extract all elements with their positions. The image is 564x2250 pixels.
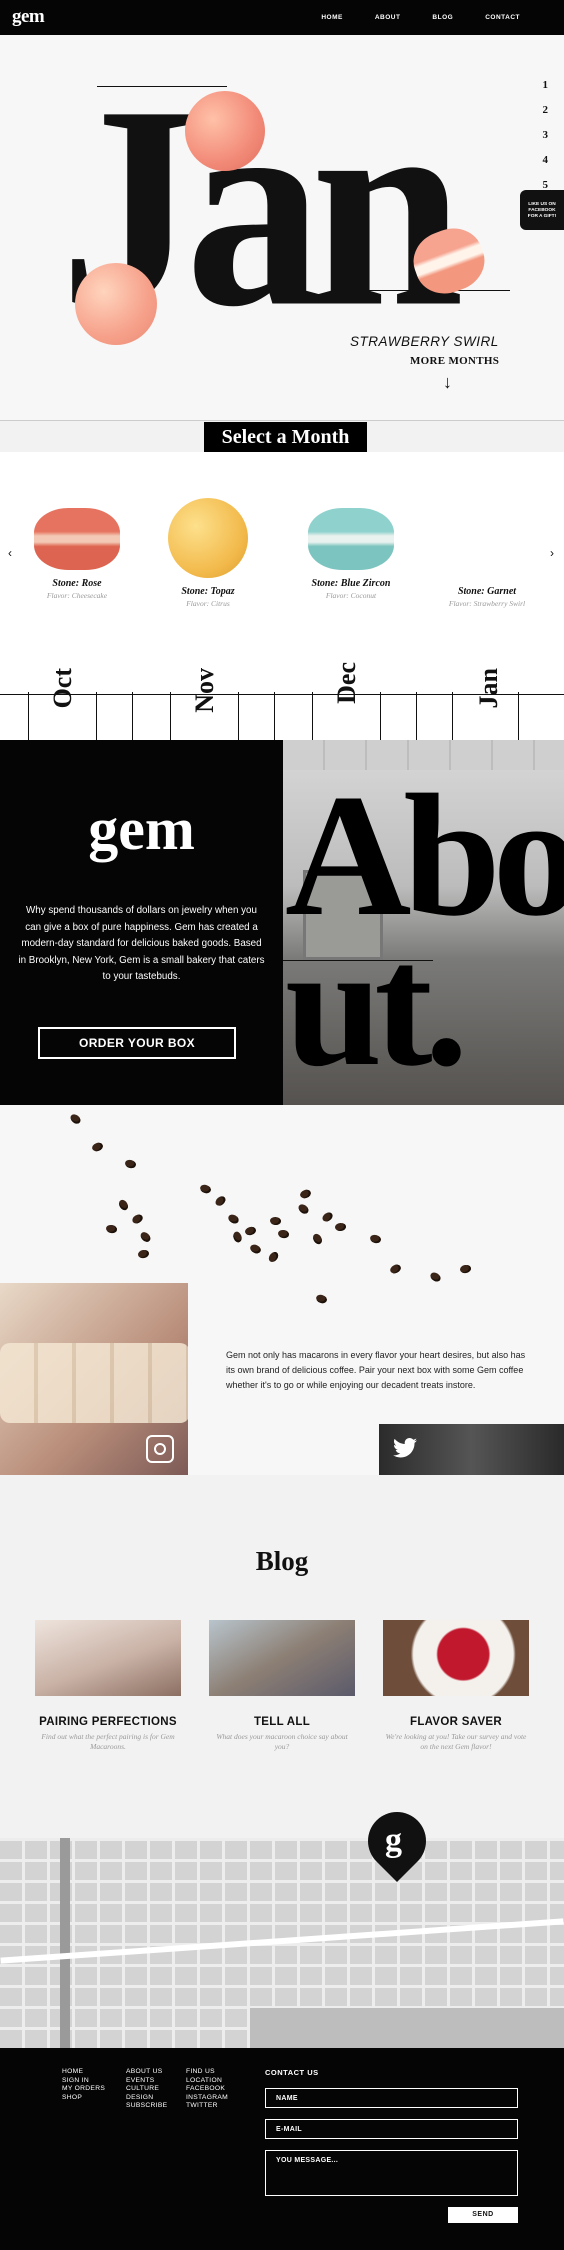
blog-image bbox=[209, 1620, 355, 1696]
post-title[interactable]: TELL ALL bbox=[209, 1716, 355, 1728]
blog-image bbox=[35, 1620, 181, 1696]
post-subtitle: We're looking at you! Take our survey an… bbox=[385, 1732, 527, 1751]
chevron-left-icon[interactable]: ‹ bbox=[8, 546, 12, 560]
macaron-image bbox=[168, 498, 248, 578]
email-field[interactable]: E-MAIL bbox=[265, 2119, 518, 2139]
slide-number[interactable]: 1 bbox=[543, 79, 549, 91]
post-title[interactable]: PAIRING PERFECTIONS bbox=[35, 1716, 181, 1728]
slide-number[interactable]: 3 bbox=[543, 129, 549, 141]
logo[interactable]: gem bbox=[12, 6, 45, 28]
select-month-heading: Select a Month bbox=[204, 422, 367, 452]
macaron-image bbox=[447, 498, 527, 578]
footer-link[interactable]: FIND US bbox=[186, 2068, 228, 2075]
card-flavor: Flavor: Cheesecake bbox=[46, 591, 108, 600]
macaron-card[interactable]: Stone: Blue Zircon Flavor: Coconut bbox=[291, 508, 411, 600]
nav-links: HOME ABOUT BLOG CONTACT bbox=[321, 14, 520, 21]
footer-link[interactable]: EVENTS bbox=[126, 2077, 167, 2084]
macaron-image bbox=[185, 91, 265, 171]
about-text: Why spend thousands of dollars on jewelr… bbox=[18, 905, 265, 982]
slide-number[interactable]: 4 bbox=[543, 154, 549, 166]
macaron-card[interactable]: Stone: Rose Flavor: Cheesecake bbox=[17, 508, 137, 600]
send-button[interactable]: SEND bbox=[448, 2207, 518, 2223]
name-field[interactable]: NAME bbox=[265, 2088, 518, 2108]
card-name: Stone: Garnet bbox=[457, 586, 517, 597]
about-logo: gem bbox=[88, 796, 195, 862]
location-map[interactable] bbox=[0, 1838, 564, 2048]
footer-link[interactable]: SIGN IN bbox=[62, 2077, 105, 2084]
footer-link[interactable]: SHOP bbox=[62, 2094, 105, 2101]
order-box-button[interactable]: ORDER YOUR BOX bbox=[38, 1027, 236, 1059]
post-subtitle: What does your macaroon choice say about… bbox=[216, 1732, 348, 1751]
month-timeline: Oct Nov Dec Jan bbox=[0, 652, 564, 740]
post-subtitle: Find out what the perfect pairing is for… bbox=[41, 1732, 175, 1751]
blog-post[interactable]: TELL ALL What does your macaroon choice … bbox=[209, 1620, 355, 1752]
down-arrow-icon[interactable]: ↓ bbox=[443, 372, 452, 393]
footer-link[interactable]: SUBSCRIBE bbox=[126, 2102, 167, 2109]
footer-links-about: ABOUT US EVENTS CULTURE DESIGN SUBSCRIBE bbox=[126, 2068, 167, 2109]
macaron-image bbox=[75, 263, 157, 345]
footer-link[interactable]: TWITTER bbox=[186, 2102, 228, 2109]
macaron-card[interactable]: Stone: Topaz Flavor: Citrus bbox=[148, 498, 268, 608]
blog-post[interactable]: FLAVOR SAVER We're looking at you! Take … bbox=[383, 1620, 529, 1752]
card-flavor: Flavor: Citrus bbox=[186, 599, 230, 608]
footer-link[interactable]: DESIGN bbox=[126, 2094, 167, 2101]
hero-flavor: STRAWBERRY SWIRL bbox=[350, 334, 499, 349]
footer-link[interactable]: CULTURE bbox=[126, 2085, 167, 2092]
top-nav: gem HOME ABOUT BLOG CONTACT bbox=[0, 0, 564, 35]
message-field[interactable]: YOU MESSAGE... bbox=[265, 2150, 518, 2196]
nav-contact[interactable]: CONTACT bbox=[485, 14, 520, 21]
coffee-text: Gem not only has macarons in every flavo… bbox=[226, 1350, 526, 1390]
more-months-link[interactable]: MORE MONTHS bbox=[410, 355, 499, 367]
card-name: Stone: Blue Zircon bbox=[311, 578, 391, 589]
blog-post[interactable]: PAIRING PERFECTIONS Find out what the pe… bbox=[35, 1620, 181, 1752]
nav-about[interactable]: ABOUT bbox=[375, 14, 401, 21]
month-dec[interactable]: Dec bbox=[332, 662, 362, 704]
footer-links-find: FIND US LOCATION FACEBOOK INSTAGRAM TWIT… bbox=[186, 2068, 228, 2109]
facebook-gift-tab[interactable]: LIKE US ON FACEBOOK FOR A GIFT! bbox=[520, 190, 564, 230]
macaron-box-photo bbox=[0, 1283, 188, 1475]
chevron-right-icon[interactable]: › bbox=[550, 546, 554, 560]
about-title: Abo ut. bbox=[285, 758, 564, 1102]
twitter-icon[interactable] bbox=[393, 1438, 417, 1458]
map-pin-logo: g bbox=[385, 1822, 402, 1859]
post-title[interactable]: FLAVOR SAVER bbox=[383, 1716, 529, 1728]
macaron-image bbox=[34, 508, 120, 570]
card-flavor: Flavor: Coconut bbox=[325, 591, 377, 600]
month-oct[interactable]: Oct bbox=[48, 668, 78, 708]
card-flavor: Flavor: Strawberry Swirl bbox=[448, 599, 526, 608]
footer-links-account: HOME SIGN IN MY ORDERS SHOP bbox=[62, 2068, 105, 2101]
about-rule bbox=[283, 960, 433, 961]
footer-link[interactable]: HOME bbox=[62, 2068, 105, 2075]
month-nov[interactable]: Nov bbox=[190, 668, 220, 713]
slide-number[interactable]: 2 bbox=[543, 104, 549, 116]
macaron-card[interactable]: Stone: Garnet Flavor: Strawberry Swirl bbox=[427, 508, 547, 608]
footer-link[interactable]: LOCATION bbox=[186, 2077, 228, 2084]
instagram-icon[interactable] bbox=[146, 1435, 174, 1463]
hero-section: Jan 1 2 3 4 5 STRAWBERRY SWIRL MORE MONT… bbox=[0, 35, 564, 420]
twitter-panel bbox=[379, 1424, 564, 1475]
card-name: Stone: Rose bbox=[52, 578, 102, 589]
footer-link[interactable]: MY ORDERS bbox=[62, 2085, 105, 2092]
nav-blog[interactable]: BLOG bbox=[432, 14, 453, 21]
blog-image bbox=[383, 1620, 529, 1696]
nav-home[interactable]: HOME bbox=[321, 14, 343, 21]
footer-link[interactable]: INSTAGRAM bbox=[186, 2094, 228, 2101]
contact-heading: CONTACT US bbox=[265, 2068, 319, 2077]
footer-link[interactable]: ABOUT US bbox=[126, 2068, 167, 2075]
slide-numbers: 1 2 3 4 5 bbox=[543, 79, 549, 191]
month-jan[interactable]: Jan bbox=[474, 668, 504, 708]
divider bbox=[0, 420, 564, 421]
blog-heading: Blog bbox=[255, 1546, 309, 1576]
footer-link[interactable]: FACEBOOK bbox=[186, 2085, 228, 2092]
macaron-image bbox=[308, 508, 394, 570]
card-name: Stone: Topaz bbox=[181, 586, 235, 597]
